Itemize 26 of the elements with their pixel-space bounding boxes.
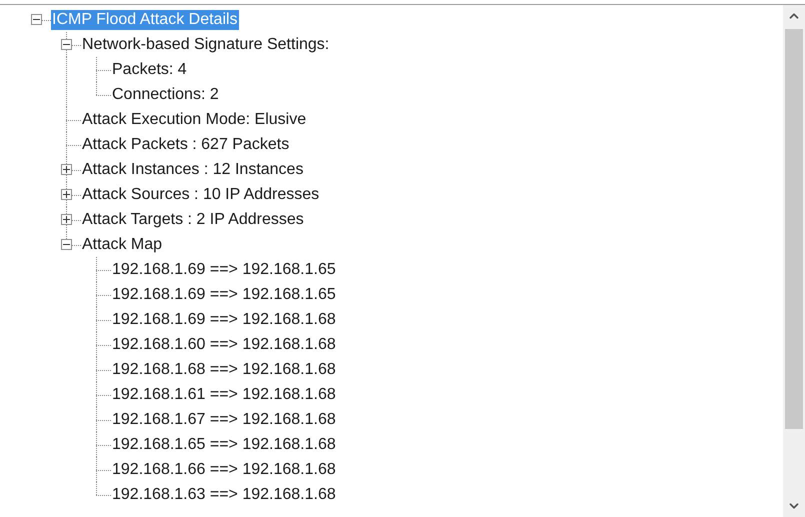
plus-box-icon[interactable] xyxy=(60,214,72,225)
tree-item[interactable]: 192.168.1.60 ==> 192.168.1.68 xyxy=(111,334,337,354)
tree-item[interactable]: Attack Execution Mode: Elusive xyxy=(81,110,308,130)
tree-item[interactable]: Packets: 4 xyxy=(111,60,188,80)
tree-item[interactable]: 192.168.1.66 ==> 192.168.1.68 xyxy=(111,460,337,480)
tree-item[interactable]: Attack Packets : 627 Packets xyxy=(81,134,290,154)
tree-item[interactable]: 192.168.1.61 ==> 192.168.1.68 xyxy=(111,384,337,404)
tree-item[interactable]: Attack Instances : 12 Instances xyxy=(81,160,304,180)
tree-item[interactable]: 192.168.1.68 ==> 192.168.1.68 xyxy=(111,360,337,380)
tree-item[interactable]: Attack Sources : 10 IP Addresses xyxy=(81,184,320,204)
tree-item[interactable]: Connections: 2 xyxy=(111,84,220,104)
minus-box-icon[interactable] xyxy=(30,14,42,25)
tree-item[interactable]: Attack Map xyxy=(81,234,164,254)
tree-item[interactable]: 192.168.1.69 ==> 192.168.1.65 xyxy=(111,260,337,280)
minus-box-icon[interactable] xyxy=(60,239,72,250)
scrollbar-thumb[interactable] xyxy=(785,29,803,429)
tree-item[interactable]: Network-based Signature Settings: xyxy=(81,34,330,54)
tree-item[interactable]: 192.168.1.67 ==> 192.168.1.68 xyxy=(111,410,337,430)
tree-item[interactable]: Attack Targets : 2 IP Addresses xyxy=(81,210,305,230)
minus-box-icon[interactable] xyxy=(60,39,72,50)
tree-item[interactable]: 192.168.1.69 ==> 192.168.1.65 xyxy=(111,284,337,304)
tree-item[interactable]: 192.168.1.63 ==> 192.168.1.68 xyxy=(111,484,337,504)
plus-box-icon[interactable] xyxy=(60,164,72,175)
plus-box-icon[interactable] xyxy=(60,189,72,200)
tree-item[interactable]: 192.168.1.69 ==> 192.168.1.68 xyxy=(111,310,337,330)
tree-item[interactable]: 192.168.1.65 ==> 192.168.1.68 xyxy=(111,434,337,454)
